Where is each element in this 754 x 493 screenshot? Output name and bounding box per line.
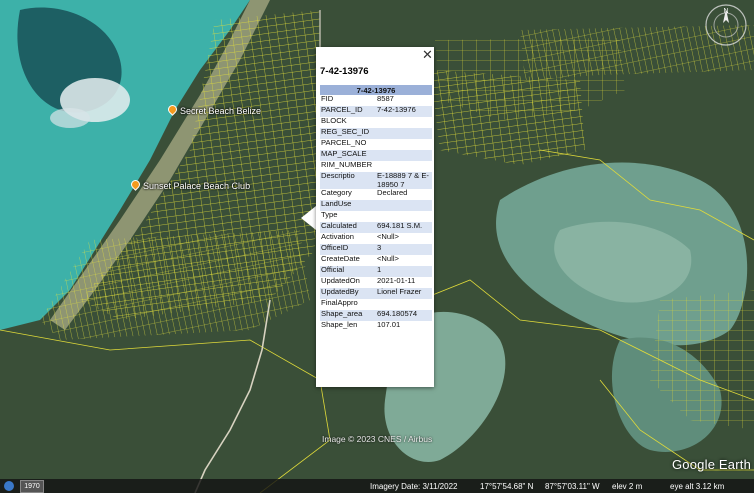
google-earth-logo: Google Earth: [672, 457, 752, 472]
close-icon[interactable]: ✕: [422, 48, 433, 62]
attribute-value: [376, 200, 432, 211]
attribute-value: [376, 139, 432, 150]
image-credit: Image © 2023 CNES / Airbus: [322, 434, 433, 444]
location-pin-icon[interactable]: [168, 105, 177, 117]
status-bar: 1970 Imagery Date: 3/11/2022 17°57'54.68…: [0, 479, 754, 493]
location-pin-icon[interactable]: [131, 180, 140, 192]
historical-imagery-icon[interactable]: [4, 481, 14, 491]
attribute-key: Shape_len: [321, 320, 358, 329]
place-marker-sunset-palace[interactable]: Sunset Palace Beach Club: [131, 180, 250, 192]
attribute-value: <Null>: [377, 254, 399, 263]
longitude: 87°57'03.11" W: [545, 482, 600, 491]
attribute-value: Lionel Frazer: [376, 287, 432, 299]
attribute-value: 7-42-13976: [376, 105, 432, 117]
compass-north-letter: N: [723, 8, 728, 15]
attribute-key: Descriptio: [320, 171, 376, 189]
attribute-value: E-18889 7 & E-18950 7: [376, 171, 432, 189]
popup-title: 7-42-13976: [320, 66, 369, 77]
attribute-value: [376, 128, 432, 139]
place-marker-secret-beach[interactable]: Secret Beach Belize: [168, 105, 261, 117]
attribute-value: <Null>: [377, 232, 399, 241]
place-label: Secret Beach Belize: [180, 106, 262, 116]
latitude: 17°57'54.68" N: [480, 482, 534, 491]
attribute-row: Descriptio E-18889 7 & E-18950 7: [320, 171, 432, 189]
attribute-value: [376, 117, 432, 128]
imagery-date: Imagery Date: 3/11/2022: [370, 482, 458, 491]
feature-info-popup: ✕ 7-42-13976 7-42-13976 FID 8587 PARCEL_ID…: [316, 47, 434, 387]
popup-pointer: [301, 206, 316, 230]
compass-control[interactable]: N: [704, 3, 748, 47]
elevation: elev 2 m: [612, 482, 643, 491]
attribute-value: Declared: [377, 188, 408, 197]
eye-altitude: eye alt 3.12 km: [670, 482, 725, 491]
attribute-value: [376, 150, 432, 161]
attribute-value: 107.01: [377, 320, 401, 329]
attribute-row: Shape_len 107.01: [320, 320, 432, 332]
historical-year-button[interactable]: 1970: [20, 480, 44, 493]
attribute-table: 7-42-13976 FID 8587 PARCEL_ID 7-42-13976 BLO…: [320, 85, 432, 332]
place-label: Sunset Palace Beach Club: [143, 181, 251, 191]
attribute-table-header: 7-42-13976: [320, 85, 432, 95]
